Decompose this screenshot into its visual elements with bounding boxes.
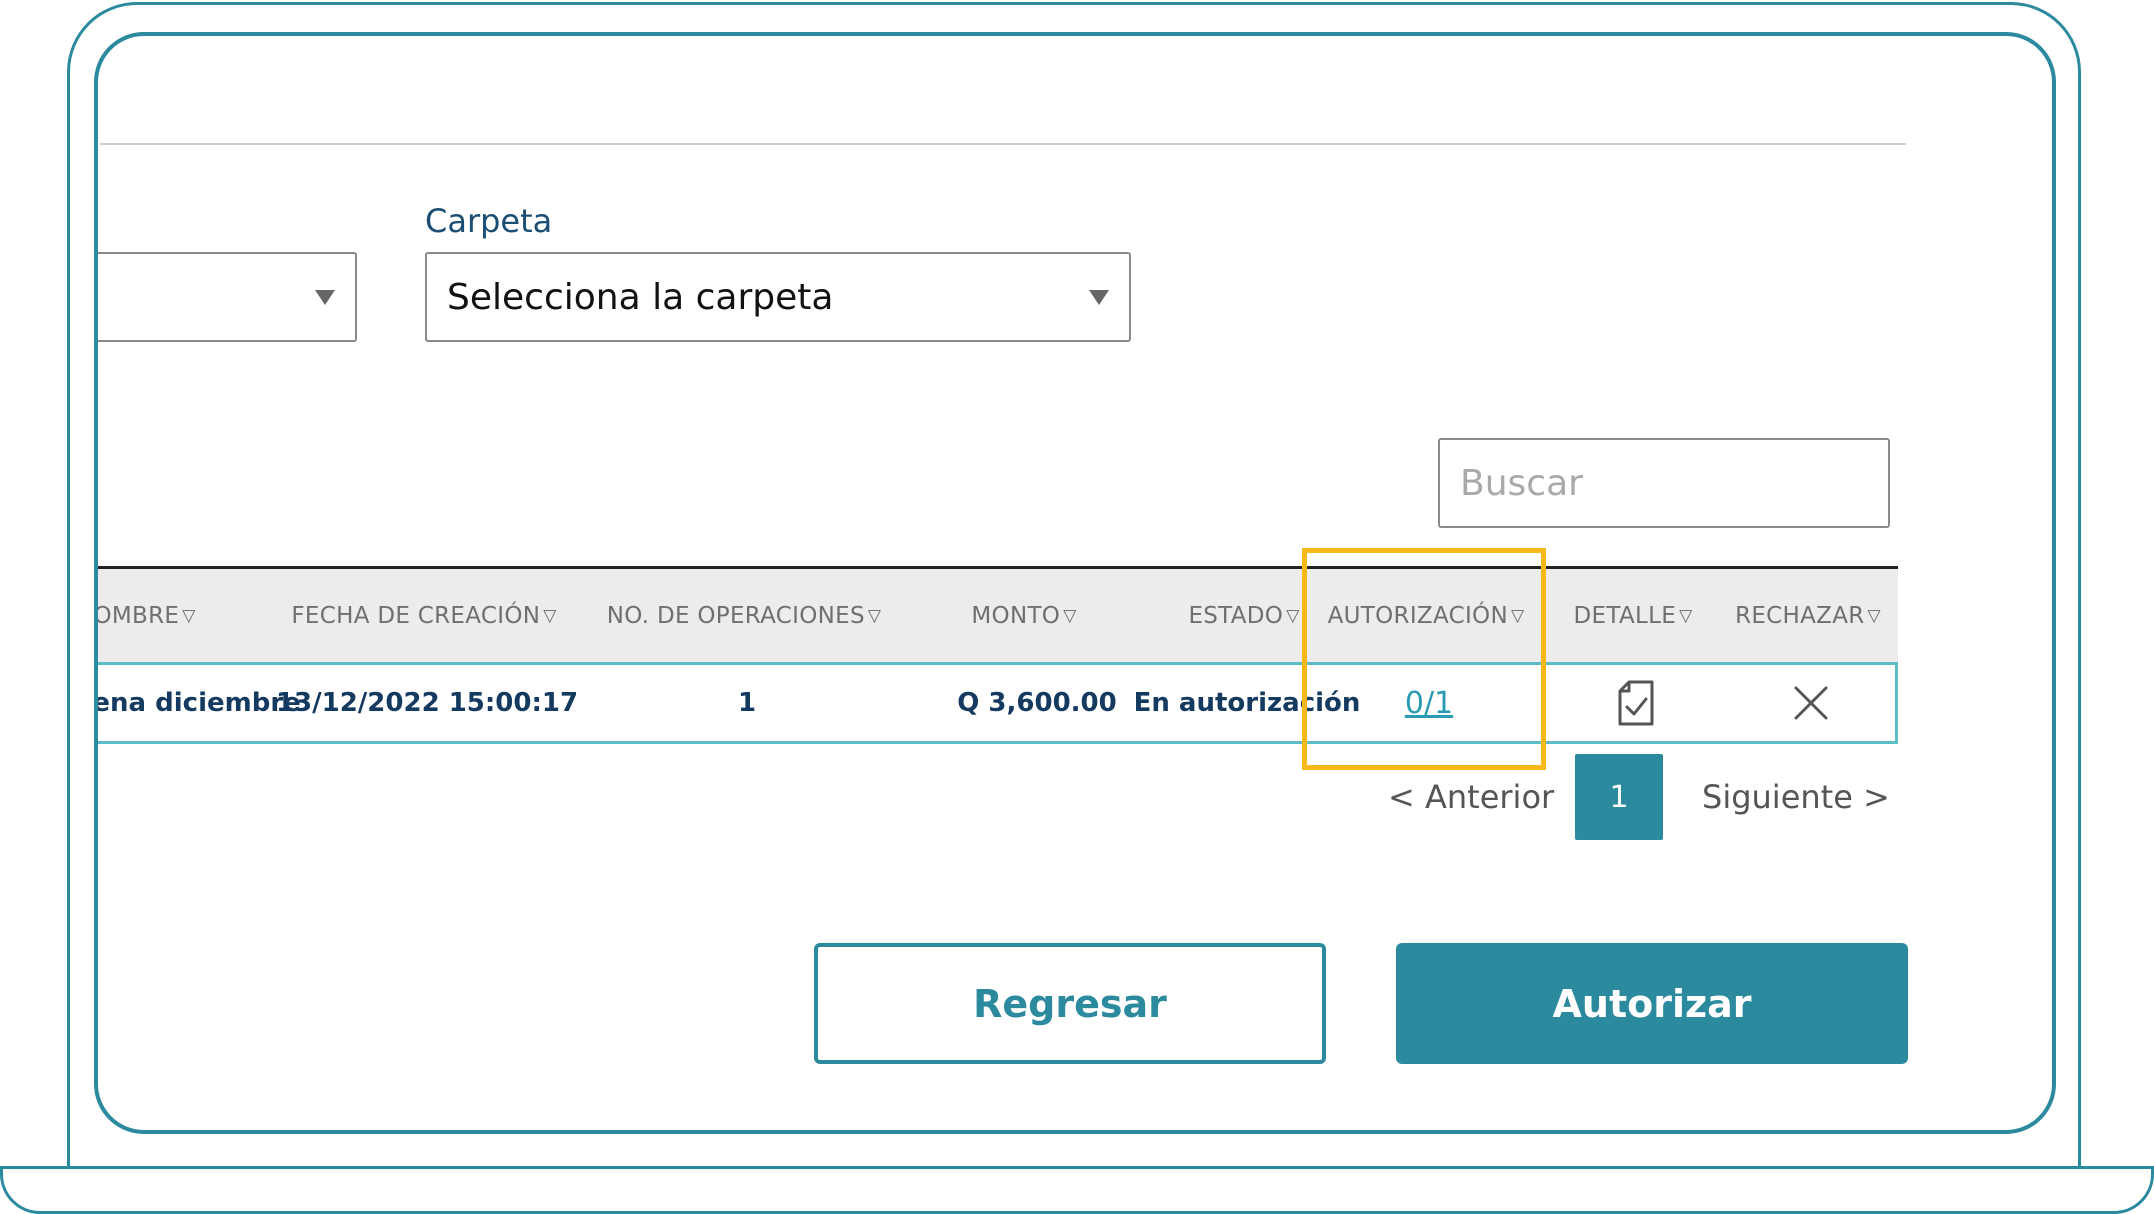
sort-down-icon: ▽ <box>1286 605 1300 626</box>
folder-select[interactable]: Selecciona la carpeta <box>425 252 1131 342</box>
sort-down-icon: ▽ <box>543 605 557 626</box>
sort-down-icon: ▽ <box>1063 605 1077 626</box>
column-header-fecha[interactable]: FECHA DE CREACIÓN ▽ <box>279 569 569 662</box>
column-header-autorizacion[interactable]: AUTORIZACIÓN ▽ <box>1304 569 1548 662</box>
pagination-page-current[interactable]: 1 <box>1575 754 1663 840</box>
caret-down-icon <box>1089 289 1109 305</box>
sort-down-icon: ▽ <box>182 605 196 626</box>
search-input[interactable] <box>1438 438 1890 528</box>
sort-down-icon: ▽ <box>867 605 882 626</box>
table-header: NOMBRE▽ FECHA DE CREACIÓN▽ NO. DE OPERAC… <box>98 566 1898 662</box>
pagination-next[interactable]: Siguiente > <box>1702 756 1890 838</box>
column-header-operaciones[interactable]: NO. DE OPERACIONES ▽ <box>584 569 904 662</box>
cell-fecha: 13/12/2022 15:00:17 <box>275 688 579 718</box>
laptop-base <box>0 1166 2154 1214</box>
pagination-previous[interactable]: < Anterior <box>1388 756 1554 838</box>
sort-down-icon: ▽ <box>1867 605 1881 626</box>
cell-nombre: cena diciembre <box>94 688 301 718</box>
column-header-monto[interactable]: MONTO ▽ <box>924 569 1124 662</box>
cell-detalle <box>1551 665 1721 741</box>
folder-label: Carpeta <box>425 202 553 240</box>
table-row: cena diciembre 13/12/2022 15:00:17 1 Q 3… <box>94 662 1901 744</box>
cell-autorizacion: 0/1 <box>1307 665 1551 741</box>
laptop-screen: Carpeta Selecciona la carpeta NOMBRE▽ FE… <box>94 32 2056 1134</box>
sort-down-icon: ▽ <box>1510 605 1525 626</box>
authorize-button[interactable]: Autorizar <box>1396 943 1908 1064</box>
column-header-rechazar[interactable]: RECHAZAR ▽ <box>1718 569 1898 662</box>
authorization-progress-link[interactable]: 0/1 <box>1405 686 1453 721</box>
caret-down-icon <box>315 289 335 305</box>
document-check-icon[interactable] <box>1617 679 1655 727</box>
cell-operaciones: 1 <box>737 688 757 718</box>
header-divider <box>100 143 1906 145</box>
page-content: Carpeta Selecciona la carpeta NOMBRE▽ FE… <box>94 36 2052 1130</box>
sort-down-icon: ▽ <box>1679 605 1693 626</box>
column-header-detalle[interactable]: DETALLE ▽ <box>1548 569 1718 662</box>
left-filter-select[interactable] <box>98 252 357 342</box>
folder-select-value: Selecciona la carpeta <box>447 276 834 318</box>
back-button[interactable]: Regresar <box>814 943 1326 1064</box>
column-header-nombre[interactable]: NOMBRE▽ <box>98 569 226 662</box>
cell-rechazar <box>1721 665 1901 741</box>
close-icon[interactable] <box>1793 685 1829 721</box>
